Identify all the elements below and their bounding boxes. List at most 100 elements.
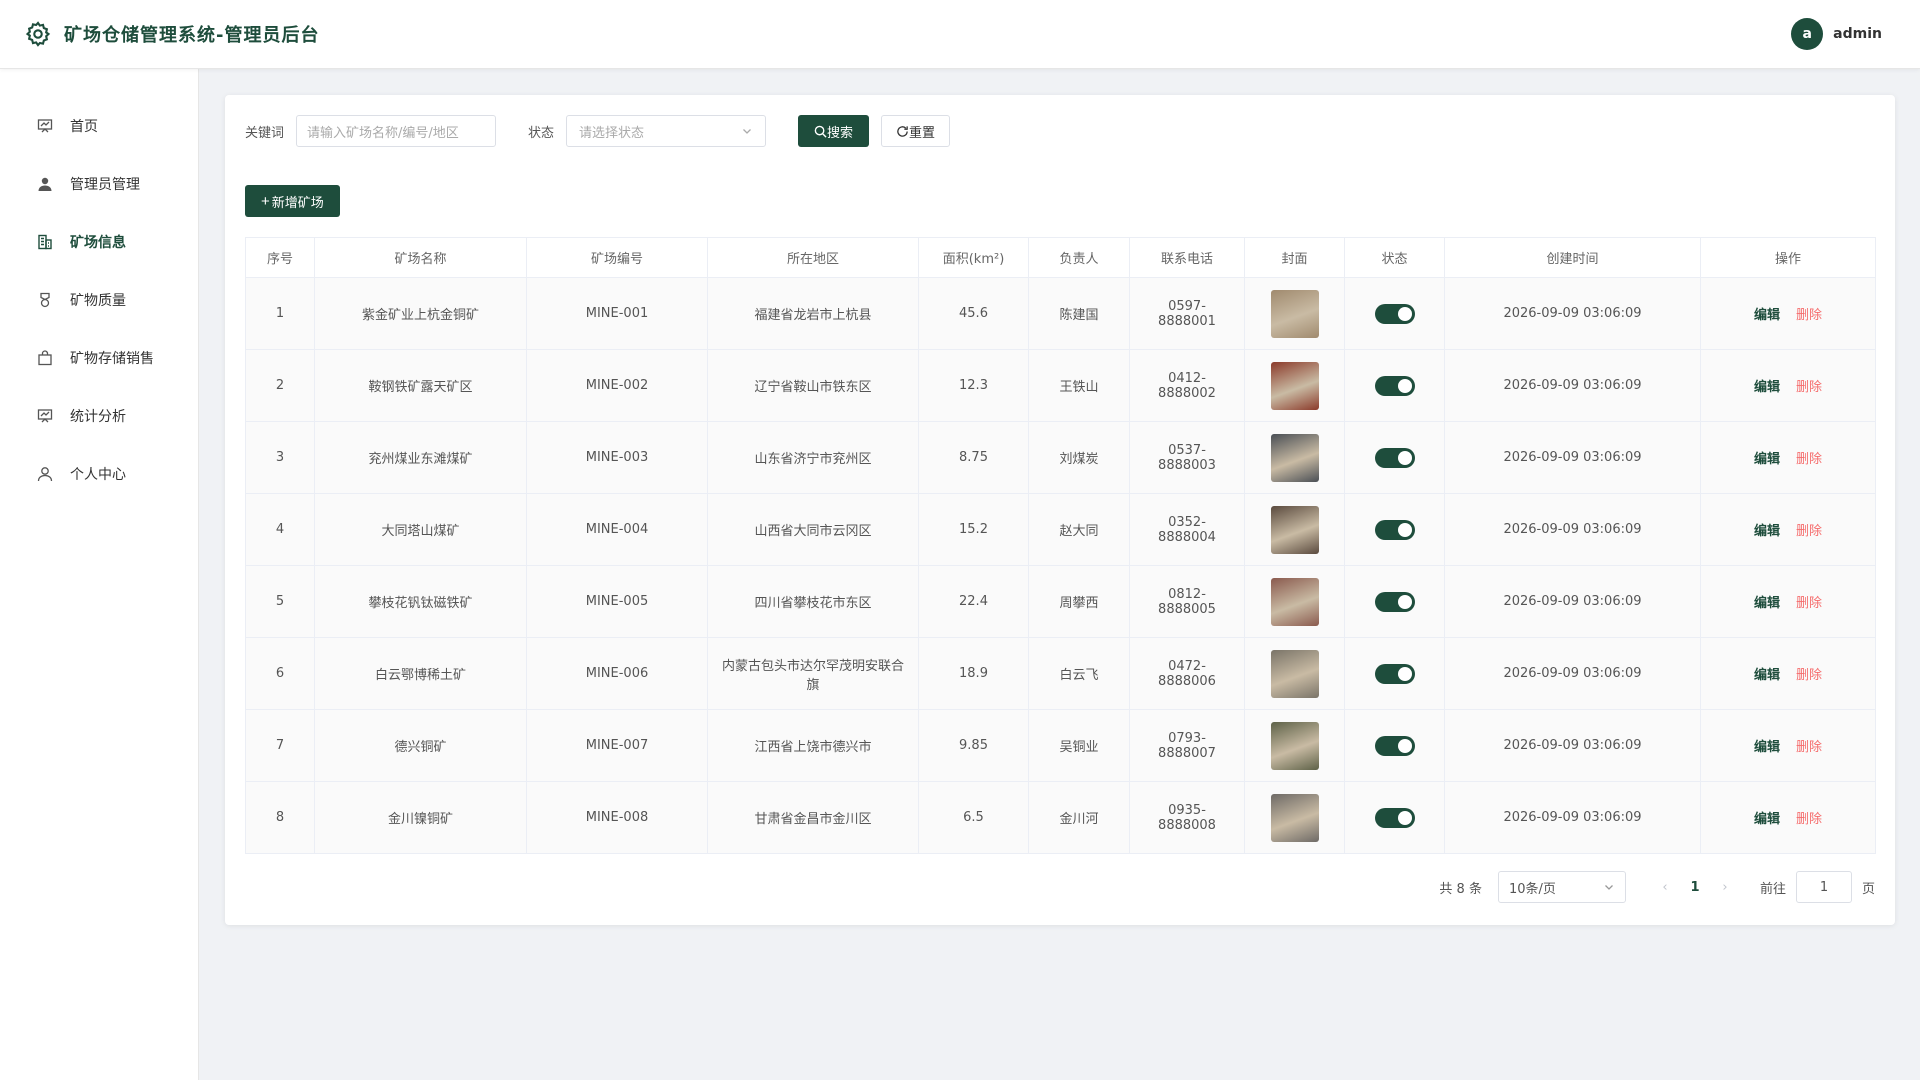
cover-image[interactable]	[1270, 793, 1319, 842]
cover-image[interactable]	[1270, 433, 1319, 482]
cover-image[interactable]	[1270, 361, 1319, 410]
status-toggle[interactable]	[1374, 735, 1415, 756]
reset-button[interactable]: 重置	[881, 115, 951, 147]
mine-manager: 陈建国	[1028, 277, 1130, 350]
mine-phone: 0472-8888006	[1129, 637, 1245, 710]
mine-region: 四川省攀枝花市东区	[707, 565, 919, 638]
status-select[interactable]: 请选择状态	[566, 115, 767, 147]
delete-button[interactable]: 删除	[1796, 380, 1822, 395]
sidebar-item-statistics[interactable]: 统计分析	[0, 387, 198, 445]
row-no: 5	[245, 565, 315, 638]
sidebar-item-mineral-storage-sales[interactable]: 矿物存储销售	[0, 329, 198, 387]
mine-table: 序号 矿场名称 矿场编号 所在地区 面积(km²) 负责人 联系电话 封面 状态…	[245, 237, 1876, 854]
mine-name: 金川镍铜矿	[314, 781, 527, 854]
status-toggle[interactable]	[1374, 519, 1415, 540]
cover-image[interactable]	[1270, 721, 1319, 770]
sidebar-item-home[interactable]: 首页	[0, 97, 198, 155]
status-toggle[interactable]	[1374, 375, 1415, 396]
status-toggle[interactable]	[1374, 447, 1415, 468]
delete-button[interactable]: 删除	[1796, 668, 1822, 683]
delete-button[interactable]: 删除	[1796, 740, 1822, 755]
mine-name: 紫金矿业上杭金铜矿	[314, 277, 527, 350]
cover-cell	[1244, 565, 1345, 638]
sidebar: 首页 管理员管理 矿场信息 矿物质量 矿物存储销售 统计分析 个人中心	[0, 69, 199, 1080]
cover-image[interactable]	[1270, 289, 1319, 338]
sidebar-item-label: 矿物存储销售	[70, 351, 154, 367]
created-time: 2026-09-09 03:06:09	[1444, 781, 1701, 854]
add-mine-button[interactable]: + 新增矿场	[245, 185, 340, 217]
mine-manager: 赵大同	[1028, 493, 1130, 566]
cover-image[interactable]	[1270, 505, 1319, 554]
next-page-button[interactable]: ›	[1710, 880, 1740, 895]
table-row: 6 白云鄂博稀土矿 MINE-006 内蒙古包头市达尔罕茂明安联合旗 18.9 白云飞 04…	[245, 637, 1876, 710]
mine-code: MINE-006	[526, 637, 708, 710]
cover-image[interactable]	[1270, 577, 1319, 626]
keyword-placeholder: 请输入矿场名称/编号/地区	[307, 125, 459, 141]
username[interactable]: admin	[1833, 26, 1882, 42]
medal-icon	[36, 291, 54, 309]
edit-button[interactable]: 编辑	[1754, 308, 1780, 323]
sidebar-item-admin-management[interactable]: 管理员管理	[0, 155, 198, 213]
column-header: 序号	[245, 237, 315, 278]
search-button[interactable]: 搜索	[798, 115, 870, 147]
column-header: 创建时间	[1444, 237, 1701, 278]
current-page[interactable]: 1	[1680, 880, 1710, 895]
mine-code: MINE-004	[526, 493, 708, 566]
mine-name: 兖州煤业东滩煤矿	[314, 421, 527, 494]
user-menu[interactable]: a admin	[1791, 18, 1882, 50]
column-header: 状态	[1344, 237, 1445, 278]
bag-icon	[36, 349, 54, 367]
mine-phone: 0812-8888005	[1129, 565, 1245, 638]
mine-region: 甘肃省金昌市金川区	[707, 781, 919, 854]
edit-button[interactable]: 编辑	[1754, 380, 1780, 395]
page-size-select[interactable]: 10条/页	[1497, 871, 1626, 903]
column-header: 所在地区	[707, 237, 919, 278]
table-row: 4 大同塔山煤矿 MINE-004 山西省大同市云冈区 15.2 赵大同 0352-8888…	[245, 493, 1876, 566]
created-time: 2026-09-09 03:06:09	[1444, 565, 1701, 638]
row-no: 2	[245, 349, 315, 422]
plus-icon: +	[261, 192, 270, 210]
status-toggle[interactable]	[1374, 303, 1415, 324]
mine-phone: 0537-8888003	[1129, 421, 1245, 494]
mine-manager: 王铁山	[1028, 349, 1130, 422]
column-header: 矿场名称	[314, 237, 527, 278]
status-cell	[1344, 781, 1445, 854]
status-toggle[interactable]	[1374, 663, 1415, 684]
operations-cell: 编辑 删除	[1700, 349, 1876, 422]
cover-image[interactable]	[1270, 649, 1319, 698]
edit-button[interactable]: 编辑	[1754, 812, 1780, 827]
mine-name: 攀枝花钒钛磁铁矿	[314, 565, 527, 638]
table-row: 5 攀枝花钒钛磁铁矿 MINE-005 四川省攀枝花市东区 22.4 周攀西 0812-88…	[245, 565, 1876, 638]
delete-button[interactable]: 删除	[1796, 452, 1822, 467]
delete-button[interactable]: 删除	[1796, 524, 1822, 539]
mine-area: 9.85	[918, 709, 1029, 782]
status-toggle[interactable]	[1374, 591, 1415, 612]
mine-name: 大同塔山煤矿	[314, 493, 527, 566]
column-header: 封面	[1244, 237, 1345, 278]
avatar[interactable]: a	[1791, 18, 1824, 50]
sidebar-item-mineral-quality[interactable]: 矿物质量	[0, 271, 198, 329]
status-toggle[interactable]	[1374, 807, 1415, 828]
row-no: 7	[245, 709, 315, 782]
delete-button[interactable]: 删除	[1796, 308, 1822, 323]
edit-button[interactable]: 编辑	[1754, 596, 1780, 611]
edit-button[interactable]: 编辑	[1754, 740, 1780, 755]
keyword-label: 关键词	[245, 125, 285, 141]
prev-page-button[interactable]: ‹	[1650, 880, 1680, 895]
created-time: 2026-09-09 03:06:09	[1444, 349, 1701, 422]
edit-button[interactable]: 编辑	[1754, 668, 1780, 683]
person-icon	[36, 465, 54, 483]
mine-area: 22.4	[918, 565, 1029, 638]
main-card: 关键词 请输入矿场名称/编号/地区 状态 请选择状态 搜索 重置 + 新增矿场 …	[225, 95, 1895, 925]
mine-code: MINE-007	[526, 709, 708, 782]
keyword-input[interactable]: 请输入矿场名称/编号/地区	[296, 115, 497, 147]
delete-button[interactable]: 删除	[1796, 596, 1822, 611]
edit-button[interactable]: 编辑	[1754, 524, 1780, 539]
sidebar-item-mine-info[interactable]: 矿场信息	[0, 213, 198, 271]
page-size-value: 10条/页	[1508, 881, 1556, 897]
edit-button[interactable]: 编辑	[1754, 452, 1780, 467]
goto-page-input[interactable]: 1	[1795, 871, 1852, 903]
sidebar-item-profile[interactable]: 个人中心	[0, 445, 198, 503]
delete-button[interactable]: 删除	[1796, 812, 1822, 827]
goto-page-value: 1	[1819, 879, 1829, 895]
